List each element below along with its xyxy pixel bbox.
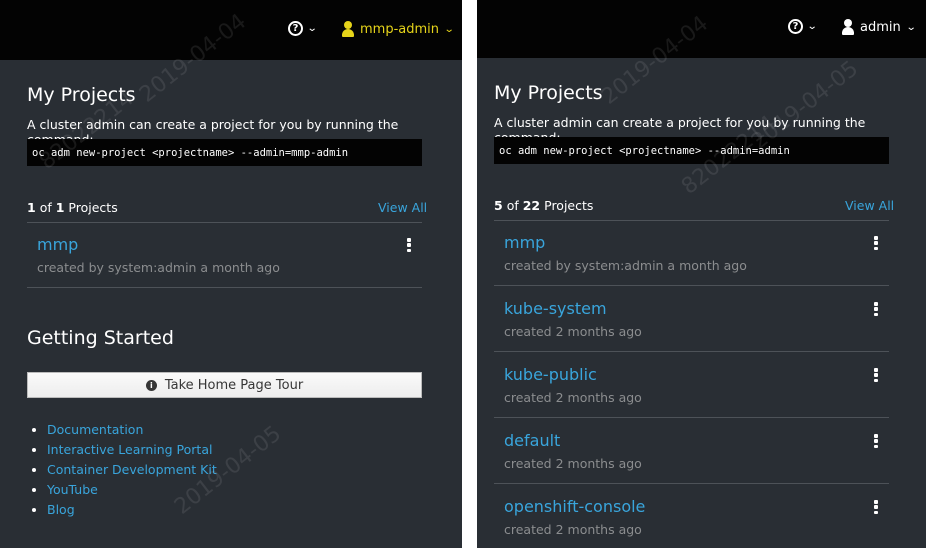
username: admin — [860, 19, 901, 35]
project-name[interactable]: kube-system — [504, 299, 607, 318]
count-of: of — [506, 198, 519, 213]
chevron-down-icon: ⌄ — [306, 23, 318, 34]
getting-started-links: Documentation Interactive Learning Porta… — [27, 420, 217, 520]
kebab-icon[interactable] — [874, 302, 878, 316]
masthead: ? ⌄ admin ⌄ — [477, 0, 926, 58]
project-name[interactable]: mmp — [504, 233, 545, 252]
my-projects-title: My Projects — [27, 84, 136, 106]
count-of: of — [39, 200, 52, 215]
count-label: Projects — [544, 198, 594, 213]
user-icon — [342, 21, 354, 37]
learning-portal-link[interactable]: Interactive Learning Portal — [47, 442, 212, 457]
count-label: Projects — [68, 200, 118, 215]
list-item: Blog — [47, 500, 217, 520]
command-snippet[interactable]: oc adm new-project <projectname> --admin… — [27, 139, 422, 166]
project-meta: created by system:admin a month ago — [37, 260, 280, 275]
kebab-icon[interactable] — [874, 434, 878, 448]
project-meta: created 2 months ago — [504, 390, 642, 405]
project-item[interactable]: openshift-console created 2 months ago — [477, 484, 926, 548]
kebab-icon[interactable] — [874, 368, 878, 382]
user-menu[interactable]: mmp-admin ⌄ — [342, 21, 455, 37]
info-icon: i — [145, 379, 157, 391]
command-text: oc adm new-project <projectname> --admin… — [32, 147, 349, 159]
kebab-icon[interactable] — [874, 236, 878, 250]
project-meta: created 2 months ago — [504, 456, 642, 471]
my-projects-title: My Projects — [494, 82, 603, 104]
shown-count: 5 — [494, 198, 503, 213]
project-item[interactable]: default created 2 months ago — [477, 418, 926, 484]
left-console-panel: ? ⌄ mmp-admin ⌄ My Projects A cluster ad… — [0, 0, 462, 548]
project-count: 1 of 1 Projects — [27, 200, 118, 215]
documentation-link[interactable]: Documentation — [47, 422, 143, 437]
list-item: Interactive Learning Portal — [47, 440, 217, 460]
project-item[interactable]: mmp created by system:admin a month ago — [477, 220, 926, 286]
masthead: ? ⌄ mmp-admin ⌄ — [0, 0, 462, 60]
project-item[interactable]: kube-public created 2 months ago — [477, 352, 926, 418]
username: mmp-admin — [360, 21, 440, 37]
project-meta: created 2 months ago — [504, 522, 642, 537]
project-meta: created by system:admin a month ago — [504, 258, 747, 273]
list-item: Documentation — [47, 420, 217, 440]
project-item[interactable]: mmp created by system:admin a month ago — [0, 222, 462, 288]
kebab-icon[interactable] — [874, 500, 878, 514]
kebab-icon[interactable] — [407, 238, 411, 252]
command-snippet[interactable]: oc adm new-project <projectname> --admin… — [494, 137, 889, 164]
help-icon: ? — [288, 21, 303, 36]
chevron-down-icon: ⌄ — [443, 23, 455, 35]
shown-count: 1 — [27, 200, 36, 215]
blog-link[interactable]: Blog — [47, 502, 75, 517]
getting-started-title: Getting Started — [27, 327, 174, 349]
help-menu[interactable]: ? ⌄ — [788, 19, 818, 34]
project-name[interactable]: default — [504, 431, 560, 450]
total-count: 22 — [522, 198, 541, 213]
chevron-down-icon: ⌄ — [905, 21, 917, 33]
list-item: YouTube — [47, 480, 217, 500]
help-menu[interactable]: ? ⌄ — [288, 21, 318, 36]
take-tour-button[interactable]: i Take Home Page Tour — [27, 372, 422, 398]
divider — [27, 287, 422, 288]
total-count: 1 — [55, 200, 65, 215]
youtube-link[interactable]: YouTube — [47, 482, 98, 497]
project-meta: created 2 months ago — [504, 324, 642, 339]
user-icon — [842, 19, 854, 35]
user-menu[interactable]: admin ⌄ — [842, 19, 917, 35]
list-item: Container Development Kit — [47, 460, 217, 480]
project-name[interactable]: kube-public — [504, 365, 597, 384]
chevron-down-icon: ⌄ — [806, 21, 818, 32]
help-icon: ? — [788, 19, 803, 34]
view-all-link[interactable]: View All — [845, 198, 894, 213]
cdk-link[interactable]: Container Development Kit — [47, 462, 217, 477]
tour-button-label: Take Home Page Tour — [164, 377, 304, 393]
project-name[interactable]: mmp — [37, 235, 78, 254]
project-count: 5 of 22 Projects — [494, 198, 593, 213]
command-text: oc adm new-project <projectname> --admin… — [499, 145, 790, 157]
project-name[interactable]: openshift-console — [504, 497, 645, 516]
view-all-link[interactable]: View All — [378, 200, 427, 215]
project-item[interactable]: kube-system created 2 months ago — [477, 286, 926, 352]
right-console-panel: ? ⌄ admin ⌄ My Projects A cluster admin … — [477, 0, 926, 548]
